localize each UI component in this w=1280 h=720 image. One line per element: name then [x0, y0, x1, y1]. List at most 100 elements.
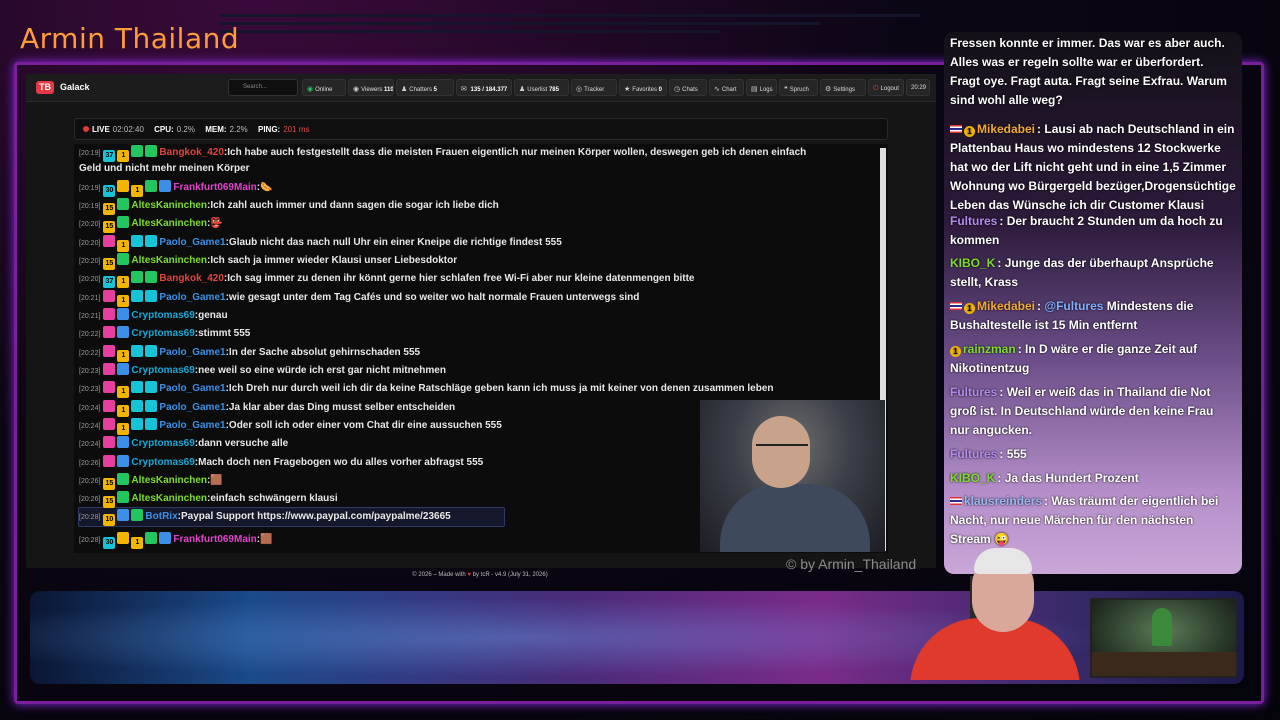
- chat-username[interactable]: AltesKaninchen: [131, 218, 207, 229]
- chat-username[interactable]: BotRix: [145, 511, 177, 522]
- user-badge-icon: 1: [117, 240, 130, 252]
- chat-text: Oder soll ich oder einer vom Chat dir ei…: [228, 420, 502, 431]
- side-chat-message: 1 Mikedabei: @Fultures Mindestens die Bus…: [950, 297, 1236, 335]
- chat-username[interactable]: Paolo_Game1: [159, 402, 225, 413]
- user-badge-icon: [131, 509, 144, 521]
- user-badge-icon: [103, 326, 116, 338]
- chat-username[interactable]: Frankfurt069Main: [173, 534, 256, 545]
- chat-username[interactable]: Cryptomas69: [131, 438, 194, 449]
- toolbar-users-button[interactable]: ♟ Chatters 5: [396, 79, 454, 96]
- user-badge-icon: [159, 180, 172, 192]
- chat-username[interactable]: Bangkok_420: [159, 273, 223, 284]
- toolbar-tracker-button[interactable]: ◎ Tracker: [571, 79, 617, 96]
- chat-text: dann versuche alle: [198, 438, 289, 449]
- glasses-icon: [756, 444, 808, 454]
- chat-username[interactable]: AltesKaninchen: [131, 475, 207, 486]
- toolbar-label: Chart: [721, 87, 737, 93]
- chat-text: 🟫: [260, 534, 273, 545]
- quote-icon: ❝: [784, 86, 788, 93]
- gear-icon: ⚙: [825, 86, 832, 93]
- toolbar-logout-button[interactable]: ⏻ Logout: [868, 79, 904, 96]
- chat-text: In der Sache absolut gehirnschaden 555: [228, 347, 421, 358]
- chat-username[interactable]: Paolo_Game1: [159, 383, 225, 394]
- chat-username[interactable]: Paolo_Game1: [159, 420, 225, 431]
- toolbar-eye-button[interactable]: ◉ Viewers 110: [348, 79, 394, 96]
- chat-text: Ich sach ja immer wieder Klausi unser Li…: [210, 255, 458, 266]
- toolbar-label: Chatters: [409, 87, 432, 93]
- user-badge-icon: [117, 308, 130, 320]
- chat-username[interactable]: Paolo_Game1: [159, 292, 225, 303]
- toolbar-star-button[interactable]: ★ Favorites 0: [619, 79, 667, 96]
- chat-username[interactable]: Paolo_Game1: [159, 347, 225, 358]
- toolbar-chat-button[interactable]: ◷ Chats: [669, 79, 707, 96]
- chat-username[interactable]: AltesKaninchen: [131, 200, 207, 211]
- message-timestamp: [20:24]: [79, 423, 101, 430]
- side-chat-colon: :: [999, 214, 1007, 228]
- message-timestamp: [20:23]: [79, 368, 101, 375]
- side-chat-message: Fultures: Der braucht 2 Stunden um da ho…: [950, 212, 1236, 250]
- chat-text: Ich sag immer zu denen ihr könnt gerne h…: [227, 273, 695, 284]
- chat-username[interactable]: Cryptomas69: [131, 457, 194, 468]
- user-badge-icon: [131, 145, 144, 157]
- toolbar-logs-button[interactable]: ▤ Logs: [746, 79, 777, 96]
- toolbar-message-button[interactable]: ✉ 135 / 184.377: [456, 79, 512, 96]
- toolbar-clock-button[interactable]: 20:29: [906, 79, 930, 96]
- user-badge-icon: [145, 400, 158, 412]
- side-chat-username: Mikedabei: [977, 122, 1036, 136]
- message-timestamp: [20:28]: [79, 537, 101, 544]
- message-timestamp: [20:26]: [79, 460, 101, 467]
- chat-username[interactable]: AltesKaninchen: [131, 255, 207, 266]
- chat-text: Ja klar aber das Ding musst selber entsc…: [228, 402, 456, 413]
- toolbar-label: Chats: [682, 87, 698, 93]
- side-chat-text: Fressen konnte er immer. Das war es aber…: [950, 36, 1227, 107]
- chat-message: [20:23] 1 Paolo_Game1:Ich Dreh nur durch w…: [79, 381, 874, 398]
- user-badge-icon: 30: [103, 185, 116, 197]
- chat-username[interactable]: Frankfurt069Main: [173, 182, 256, 193]
- toolbar-label: Spruch: [789, 87, 809, 93]
- toolbar-chart-button[interactable]: ∿ Chart: [709, 79, 744, 96]
- user-badge-icon: 30: [103, 537, 116, 549]
- user-badge-icon: [159, 532, 172, 544]
- star-icon: ★: [624, 86, 631, 93]
- user-badge-icon: [117, 180, 130, 192]
- app-logo: TB: [36, 81, 54, 94]
- ping-value: 201 ms: [283, 125, 310, 134]
- chat-message: [20:20] 1 Paolo_Game1:Glaub nicht das nach…: [79, 235, 874, 252]
- side-chat-message: klausreinders: Was träumt der eigentlich…: [950, 492, 1236, 549]
- message-timestamp: [20:20]: [79, 276, 101, 283]
- search-input[interactable]: Search...: [228, 79, 298, 96]
- chat-username[interactable]: Bangkok_420: [159, 147, 223, 158]
- toolbar-quote-button[interactable]: ❝ Spruch: [779, 79, 818, 96]
- chat-username[interactable]: Cryptomas69: [131, 310, 194, 321]
- user-badge-icon: 37: [103, 276, 116, 288]
- message-timestamp: [20:20]: [79, 258, 101, 265]
- user-badge-icon: [117, 363, 130, 375]
- chat-username[interactable]: Paolo_Game1: [159, 237, 225, 248]
- message-icon: ✉: [461, 86, 467, 93]
- user-badge-icon: [103, 290, 116, 302]
- user-badge-icon: [145, 345, 158, 357]
- user-badge-icon: [103, 418, 116, 430]
- user-badge-icon: 1: [131, 185, 144, 197]
- user-badge-icon: [131, 381, 144, 393]
- chat-username[interactable]: AltesKaninchen: [131, 493, 207, 504]
- message-timestamp: [20:19]: [79, 150, 101, 157]
- chat-text: 🟫: [210, 475, 223, 486]
- chat-username[interactable]: Cryptomas69: [131, 365, 194, 376]
- user-badge-icon: [117, 253, 130, 265]
- toolbar-broadcast-button[interactable]: ◉ Online: [302, 79, 346, 96]
- toolbar-userlist-button[interactable]: ♟ Userlist 785: [514, 79, 569, 96]
- chat-text: einfach schwängern klausi: [210, 493, 338, 504]
- side-chat-colon: :: [997, 256, 1005, 270]
- side-chat-username: Fultures: [950, 385, 998, 399]
- footer-prefix: © 2026 – Made with: [412, 572, 466, 578]
- chat-username[interactable]: Cryptomas69: [131, 328, 194, 339]
- chat-text: stimmt 555: [198, 328, 251, 339]
- toolbar-label: Logs: [759, 87, 773, 93]
- message-timestamp: [20:23]: [79, 386, 101, 393]
- message-timestamp: [20:28]: [79, 514, 101, 521]
- toolbar-label: 20:29: [911, 85, 927, 91]
- toolbar-gear-button[interactable]: ⚙ Settings: [820, 79, 866, 96]
- chart-icon: ∿: [714, 86, 720, 93]
- user-badge-icon: [117, 491, 130, 503]
